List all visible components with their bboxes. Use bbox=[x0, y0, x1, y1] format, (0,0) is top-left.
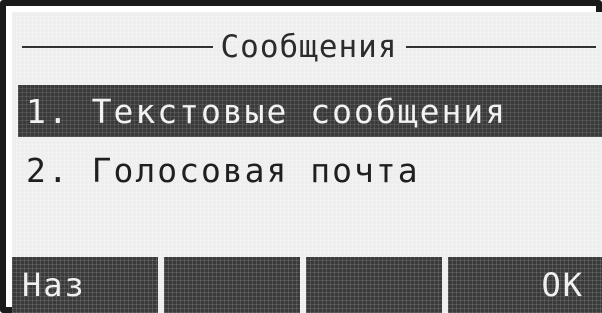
header-rule-right bbox=[405, 46, 597, 48]
phone-display-bezel: Сообщения 1. Текстовые сообщения 2. Голо… bbox=[0, 0, 602, 313]
header-rule-left bbox=[22, 46, 213, 48]
screen-header: Сообщения bbox=[12, 22, 602, 72]
softkey-bar: Наз OK bbox=[12, 257, 602, 313]
menu-item-text-messages[interactable]: 1. Текстовые сообщения bbox=[18, 85, 602, 137]
softkey-2[interactable] bbox=[164, 257, 300, 313]
screen-title: Сообщения bbox=[220, 29, 398, 65]
back-softkey[interactable]: Наз bbox=[12, 257, 158, 313]
ok-softkey[interactable]: OK bbox=[448, 257, 602, 313]
lcd-screen: Сообщения 1. Текстовые сообщения 2. Голо… bbox=[12, 12, 602, 313]
softkey-3[interactable] bbox=[306, 257, 442, 313]
menu-item-voicemail[interactable]: 2. Голосовая почта bbox=[18, 144, 602, 196]
